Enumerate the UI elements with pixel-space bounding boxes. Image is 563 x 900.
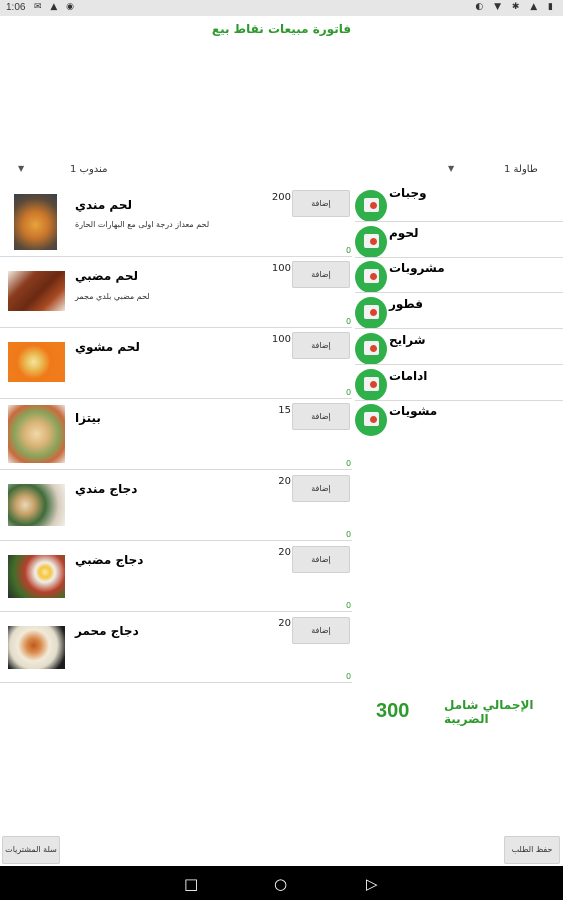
add-button[interactable]: إضافة	[292, 190, 350, 217]
menu-item[interactable]: لحم مضبي لحم مضبي بلدي مجمر 100 إضافة 0	[0, 257, 352, 328]
delegate-value: مندوب 1	[70, 164, 108, 175]
add-button[interactable]: إضافة	[292, 403, 350, 430]
status-bar: 1:06 ✉ ▲ ◉ ◐ ▼ ✱ ▲ ▮	[0, 0, 563, 16]
category-label: وجبات	[389, 186, 427, 200]
food-image	[8, 405, 65, 463]
menu-item[interactable]: دجاج مندي 20 إضافة 0	[0, 470, 352, 541]
item-description: لحم مضبي بلدي مجمر	[75, 292, 150, 301]
total-label: الإجمالي شامل الضريبة	[444, 698, 534, 726]
category-item[interactable]: شرايح	[355, 329, 563, 365]
item-price: 200	[271, 192, 291, 203]
menu-item[interactable]: لحم مشوي 100 إضافة 0	[0, 328, 352, 399]
item-price: 100	[271, 334, 291, 345]
item-quantity: 0	[346, 601, 352, 610]
navigation-bar: □ ○ ▷	[0, 866, 563, 900]
category-label: مشروبات	[389, 261, 445, 275]
item-quantity: 0	[346, 672, 352, 681]
item-name: بيتزا	[75, 411, 101, 425]
category-label: ادامات	[389, 369, 428, 383]
delegate-dropdown[interactable]: ▼ مندوب 1	[18, 164, 118, 180]
item-price: 20	[278, 547, 291, 558]
total-value: 300	[376, 700, 410, 722]
category-label: فطور	[389, 297, 423, 311]
table-dropdown[interactable]: ▼ طاولة 1	[446, 164, 558, 180]
cart-button[interactable]: سلة المشتريات	[2, 836, 60, 864]
food-image	[8, 342, 65, 382]
category-label: مشويات	[389, 404, 438, 418]
circle-icon[interactable]: ○	[274, 875, 287, 893]
save-order-button[interactable]: حفظ الطلب	[504, 836, 560, 864]
category-item[interactable]: مشويات	[355, 400, 563, 436]
notification-icons: ✉ ▲ ◉	[34, 2, 78, 12]
category-icon	[355, 333, 387, 365]
category-item[interactable]: فطور	[355, 293, 563, 329]
category-item[interactable]: وجبات	[355, 186, 563, 222]
category-icon	[355, 261, 387, 293]
food-image	[8, 484, 65, 526]
category-label: لحوم	[389, 226, 419, 240]
dropdown-arrow-icon: ▼	[448, 164, 455, 173]
add-button[interactable]: إضافة	[292, 261, 350, 288]
system-icons: ◐ ▼ ✱ ▲ ▮	[475, 2, 557, 12]
category-icon	[355, 297, 387, 329]
category-label: شرايح	[389, 333, 426, 347]
item-price: 20	[278, 618, 291, 629]
item-quantity: 0	[346, 246, 352, 255]
food-image	[8, 555, 65, 598]
category-icon	[355, 190, 387, 222]
add-button[interactable]: إضافة	[292, 617, 350, 644]
item-price: 15	[278, 405, 291, 416]
category-item[interactable]: مشروبات	[355, 257, 563, 293]
table-value: طاولة 1	[504, 164, 538, 175]
menu-item[interactable]: بيتزا 15 إضافة 0	[0, 399, 352, 470]
category-icon	[355, 369, 387, 401]
item-name: لحم مضبي	[75, 269, 139, 283]
food-image	[8, 626, 65, 669]
add-button[interactable]: إضافة	[292, 475, 350, 502]
item-quantity: 0	[346, 388, 352, 397]
page-title: فاتورة مبيعات نقاط بيع	[211, 22, 352, 36]
item-price: 20	[278, 476, 291, 487]
menu-item[interactable]: لحم مندي لحم معداز درجة اولى مع البهارات…	[0, 186, 352, 257]
item-name: دجاج مضبي	[75, 553, 144, 567]
item-name: لحم مشوي	[75, 340, 140, 354]
status-time: 1:06	[6, 2, 26, 13]
item-name: دجاج محمر	[75, 624, 139, 638]
item-quantity: 0	[346, 317, 352, 326]
add-button[interactable]: إضافة	[292, 332, 350, 359]
category-item[interactable]: لحوم	[355, 222, 563, 258]
add-button[interactable]: إضافة	[292, 546, 350, 573]
menu-item[interactable]: دجاج مضبي 20 إضافة 0	[0, 541, 352, 612]
category-icon	[355, 226, 387, 258]
food-image	[14, 194, 57, 250]
square-icon[interactable]: □	[184, 875, 198, 893]
item-quantity: 0	[346, 530, 352, 539]
food-image	[8, 271, 65, 311]
menu-item[interactable]: دجاج محمر 20 إضافة 0	[0, 612, 352, 683]
item-price: 100	[271, 263, 291, 274]
item-name: لحم مندي	[75, 198, 132, 212]
item-description: لحم معداز درجة اولى مع البهارات الحارة	[75, 220, 210, 229]
dropdown-arrow-icon: ▼	[18, 164, 25, 173]
triangle-icon[interactable]: ▷	[366, 875, 378, 893]
item-quantity: 0	[346, 459, 352, 468]
item-name: دجاج مندي	[75, 482, 138, 496]
category-item[interactable]: ادامات	[355, 365, 563, 401]
category-icon	[355, 404, 387, 436]
